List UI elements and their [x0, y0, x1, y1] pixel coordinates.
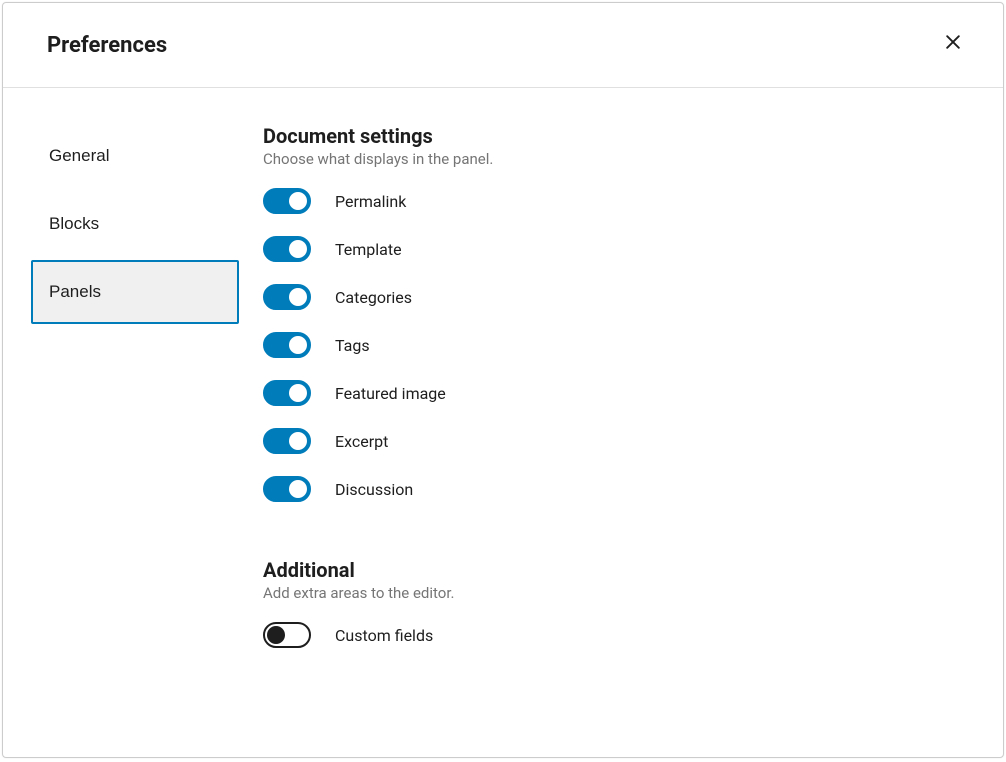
toggle-label: Excerpt	[335, 432, 388, 451]
toggle-tags[interactable]	[263, 332, 311, 358]
section-document-settings: Document settings Choose what displays i…	[263, 124, 963, 502]
content-area: Document settings Choose what displays i…	[243, 88, 1003, 757]
modal-body: General Blocks Panels Document settings …	[3, 88, 1003, 757]
preferences-modal: Preferences General Blocks Panels Docume…	[2, 2, 1004, 758]
toggle-featured-image[interactable]	[263, 380, 311, 406]
modal-header: Preferences	[3, 3, 1003, 88]
toggle-template[interactable]	[263, 236, 311, 262]
toggle-row-permalink: Permalink	[263, 188, 963, 214]
toggle-label: Tags	[335, 336, 370, 355]
sidebar-item-blocks[interactable]: Blocks	[31, 192, 239, 256]
toggle-permalink[interactable]	[263, 188, 311, 214]
section-description: Add extra areas to the editor.	[263, 584, 963, 602]
toggle-discussion[interactable]	[263, 476, 311, 502]
toggle-row-featured-image: Featured image	[263, 380, 963, 406]
toggle-row-template: Template	[263, 236, 963, 262]
toggle-knob	[289, 240, 307, 258]
close-icon	[943, 32, 963, 58]
toggle-label: Permalink	[335, 192, 406, 211]
toggle-label: Categories	[335, 288, 412, 307]
toggle-knob	[289, 384, 307, 402]
sidebar-item-panels[interactable]: Panels	[31, 260, 239, 324]
toggle-categories[interactable]	[263, 284, 311, 310]
toggle-label: Custom fields	[335, 626, 433, 645]
toggle-row-tags: Tags	[263, 332, 963, 358]
close-button[interactable]	[935, 27, 971, 63]
sidebar: General Blocks Panels	[3, 88, 243, 757]
toggle-excerpt[interactable]	[263, 428, 311, 454]
toggle-label: Featured image	[335, 384, 446, 403]
toggle-row-categories: Categories	[263, 284, 963, 310]
toggle-knob	[289, 432, 307, 450]
section-title: Document settings	[263, 124, 963, 148]
modal-title: Preferences	[47, 33, 167, 58]
section-title: Additional	[263, 558, 963, 582]
toggle-row-excerpt: Excerpt	[263, 428, 963, 454]
toggle-row-discussion: Discussion	[263, 476, 963, 502]
toggle-knob	[289, 336, 307, 354]
toggle-knob	[289, 192, 307, 210]
toggle-label: Discussion	[335, 480, 413, 499]
toggle-custom-fields[interactable]	[263, 622, 311, 648]
toggle-knob	[289, 288, 307, 306]
toggle-knob	[289, 480, 307, 498]
sidebar-item-general[interactable]: General	[31, 124, 239, 188]
section-description: Choose what displays in the panel.	[263, 150, 963, 168]
toggle-knob	[267, 626, 285, 644]
section-additional: Additional Add extra areas to the editor…	[263, 558, 963, 648]
toggle-label: Template	[335, 240, 402, 259]
toggle-row-custom-fields: Custom fields	[263, 622, 963, 648]
